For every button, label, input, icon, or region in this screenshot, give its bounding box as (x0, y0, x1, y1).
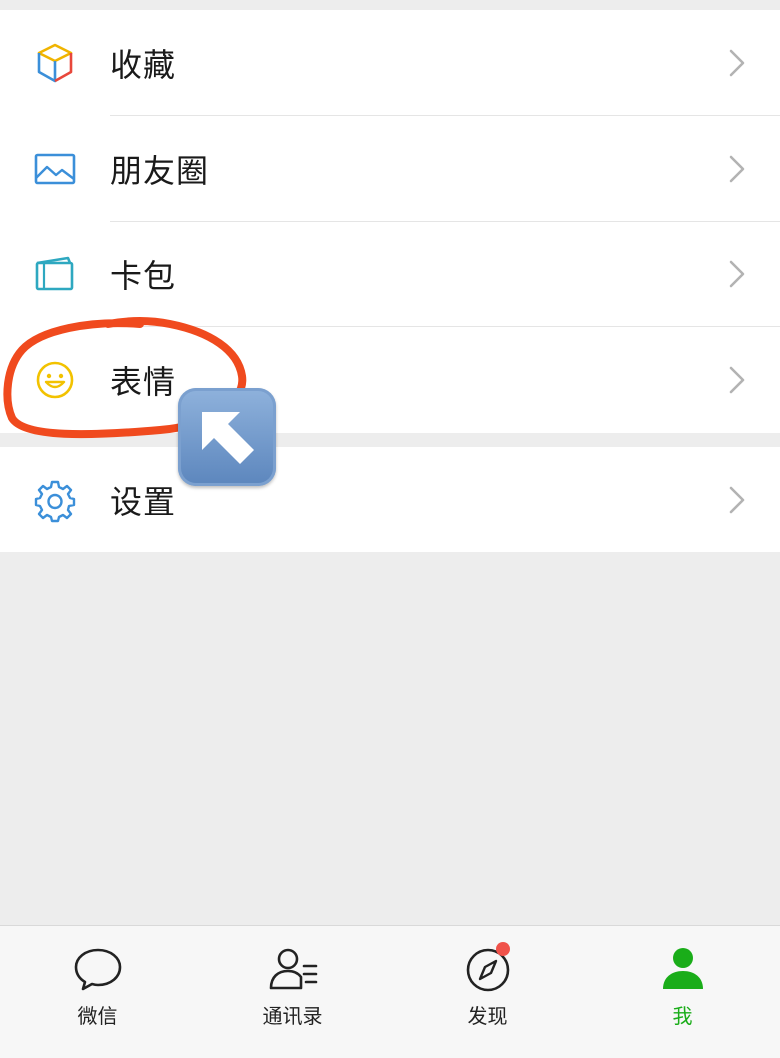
bottom-tab-bar: 微信 通讯录 发现 我 (0, 925, 780, 1058)
tab-me[interactable]: 我 (585, 926, 780, 1058)
notification-dot (496, 942, 510, 956)
tab-label: 发现 (467, 1004, 508, 1028)
menu-item-label: 朋友圈 (110, 151, 210, 190)
tab-contacts[interactable]: 通讯录 (195, 926, 390, 1058)
smiley-sticker-icon (32, 357, 78, 403)
menu-group-settings: 设置 (0, 447, 780, 552)
tab-label: 我 (672, 1004, 693, 1028)
menu-item-favorites[interactable]: 收藏 (0, 10, 780, 116)
favorites-cube-icon (32, 40, 78, 86)
me-person-icon (656, 944, 710, 994)
menu-item-label: 表情 (110, 363, 177, 402)
tab-label: 微信 (77, 1004, 118, 1028)
menu-item-moments[interactable]: 朋友圈 (0, 116, 780, 222)
tab-discover[interactable]: 发现 (390, 926, 585, 1058)
chevron-right-icon (728, 48, 746, 78)
tab-label: 通讯录 (262, 1004, 323, 1028)
chevron-right-icon (728, 259, 746, 289)
moments-picture-icon (32, 146, 78, 192)
menu-item-card-wallet[interactable]: 卡包 (0, 222, 780, 328)
menu-item-label: 卡包 (110, 257, 177, 296)
tab-chats[interactable]: 微信 (0, 926, 195, 1058)
chat-bubble-icon (71, 944, 125, 994)
up-left-arrow-emoji (178, 388, 276, 486)
menu-item-settings[interactable]: 设置 (0, 447, 780, 552)
menu-item-label: 设置 (110, 482, 177, 521)
menu-group-main: 收藏 朋友圈 卡包 表情 (0, 10, 780, 433)
chevron-right-icon (728, 154, 746, 184)
contacts-icon (266, 944, 320, 994)
settings-gear-icon (32, 477, 78, 523)
menu-item-stickers[interactable]: 表情 (0, 327, 780, 433)
menu-item-label: 收藏 (110, 45, 177, 84)
chevron-right-icon (728, 365, 746, 395)
top-spacer (0, 0, 780, 10)
chevron-right-icon (728, 485, 746, 515)
card-wallet-icon (32, 251, 78, 297)
